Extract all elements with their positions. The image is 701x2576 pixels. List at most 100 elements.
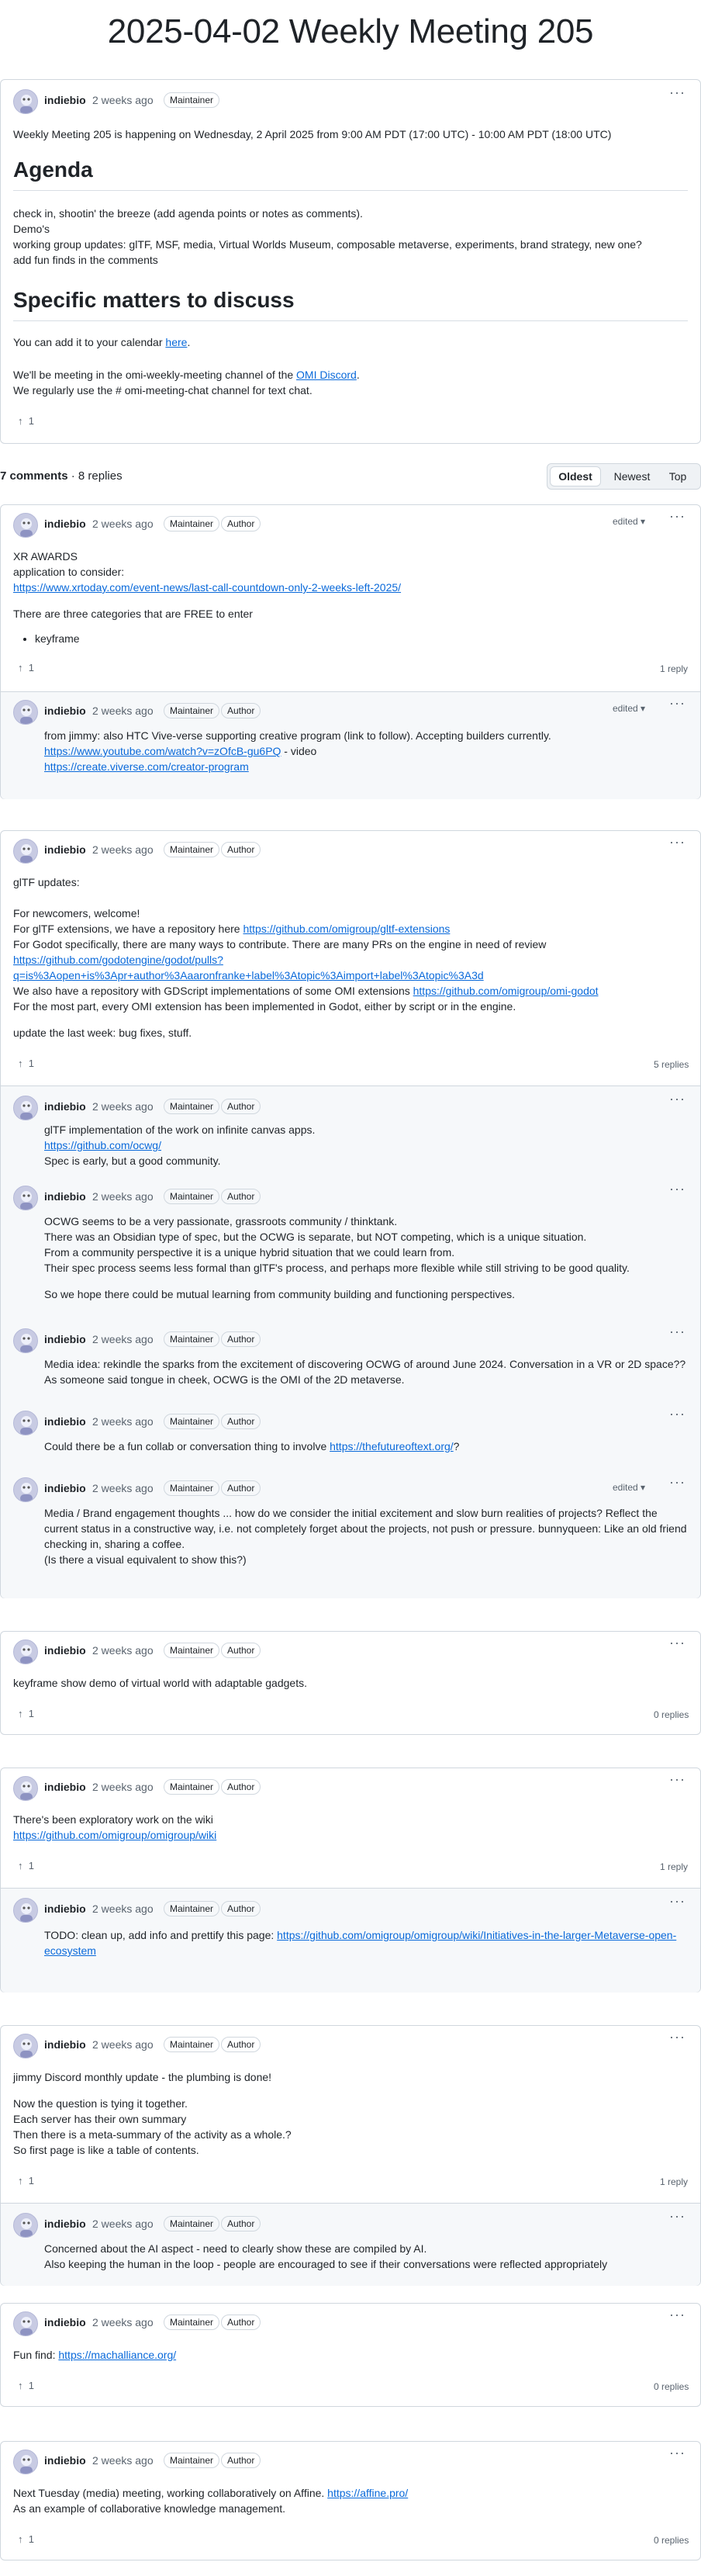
avatar[interactable]	[13, 1898, 38, 1923]
upvote-button[interactable]: ↑ 1	[18, 1708, 34, 1719]
omi-godot-link[interactable]: https://github.com/omigroup/omi-godot	[413, 985, 599, 997]
reply-count[interactable]: 0 replies	[654, 1709, 689, 1720]
edited-dropdown[interactable]: edited ▾	[613, 703, 645, 714]
upvote-button[interactable]: ↑ 1	[18, 2380, 34, 2391]
initiatives-link[interactable]: https://github.com/omigroup/omigroup/wik…	[277, 1929, 676, 1941]
kebab-icon[interactable]: ···	[669, 1181, 685, 1197]
calendar-link[interactable]: here	[165, 336, 187, 348]
edited-dropdown[interactable]: edited ▾	[613, 1482, 645, 1493]
avatar[interactable]	[13, 1411, 38, 1435]
godot-prs-link[interactable]: https://github.com/godotengine/godot/pul…	[13, 952, 223, 968]
reply-time[interactable]: 2 weeks ago	[92, 1903, 154, 1915]
kebab-icon[interactable]: ···	[669, 1635, 685, 1651]
reply-count[interactable]: 1 reply	[660, 2176, 688, 2187]
author-name[interactable]: indiebio	[44, 2316, 86, 2328]
comment-time[interactable]: 2 weeks ago	[92, 1644, 154, 1657]
discord-link[interactable]: OMI Discord	[296, 369, 357, 381]
author-name[interactable]: indiebio	[44, 1644, 86, 1657]
sort-oldest-button[interactable]: Oldest	[550, 466, 601, 486]
author-name[interactable]: indiebio	[44, 2038, 86, 2051]
author-name[interactable]: indiebio	[44, 1903, 86, 1915]
author-name[interactable]: indiebio	[44, 2454, 86, 2467]
avatar[interactable]	[13, 2311, 38, 2336]
reply-time[interactable]: 2 weeks ago	[92, 1333, 154, 1345]
author-name[interactable]: indiebio	[44, 1333, 86, 1345]
machalliance-link[interactable]: https://machalliance.org/	[58, 2349, 176, 2361]
author-name[interactable]: indiebio	[44, 1100, 86, 1113]
reply-count[interactable]: 1 reply	[660, 1861, 688, 1872]
reply-time[interactable]: 2 weeks ago	[92, 1190, 154, 1203]
upvote-button[interactable]: ↑ 1	[18, 1860, 34, 1871]
reply-count[interactable]: 0 replies	[654, 2535, 689, 2546]
viverse-link[interactable]: https://create.viverse.com/creator-progr…	[44, 759, 249, 774]
avatar[interactable]	[13, 1639, 38, 1664]
avatar[interactable]	[13, 1477, 38, 1502]
sort-top-button[interactable]: Top	[658, 466, 698, 486]
reply-time[interactable]: 2 weeks ago	[92, 2218, 154, 2230]
wiki-link[interactable]: https://github.com/omigroup/omigroup/wik…	[13, 1827, 216, 1843]
kebab-icon[interactable]: ···	[669, 1324, 685, 1340]
gltf-extensions-link[interactable]: https://github.com/omigroup/gltf-extensi…	[243, 923, 450, 935]
comment-time[interactable]: 2 weeks ago	[92, 2316, 154, 2328]
godot-prs-link-cont[interactable]: q=is%3Aopen+is%3Apr+author%3Aaaronfranke…	[13, 968, 484, 983]
kebab-icon[interactable]: ···	[669, 2307, 685, 2323]
youtube-link[interactable]: https://www.youtube.com/watch?v=zOfcB-gu…	[44, 745, 281, 757]
kebab-icon[interactable]: ···	[669, 2029, 685, 2045]
author-name[interactable]: indiebio	[44, 1781, 86, 1793]
kebab-icon[interactable]: ···	[669, 1474, 685, 1491]
reply-time[interactable]: 2 weeks ago	[92, 1415, 154, 1428]
avatar[interactable]	[13, 1096, 38, 1120]
author-name[interactable]: indiebio	[44, 1482, 86, 1494]
comment-time[interactable]: 2 weeks ago	[92, 518, 154, 530]
kebab-icon[interactable]: ···	[669, 85, 685, 101]
avatar[interactable]	[13, 2034, 38, 2058]
avatar[interactable]	[13, 2450, 38, 2474]
reply-time[interactable]: 2 weeks ago	[92, 1100, 154, 1113]
avatar[interactable]	[13, 1776, 38, 1801]
kebab-icon[interactable]: ···	[669, 2208, 685, 2225]
author-name[interactable]: indiebio	[44, 518, 86, 530]
affine-link[interactable]: https://affine.pro/	[327, 2487, 408, 2499]
comment-time[interactable]: 2 weeks ago	[92, 1781, 154, 1793]
upvote-button[interactable]: ↑ 1	[18, 662, 34, 673]
comment-time[interactable]: 2 weeks ago	[92, 2038, 154, 2051]
ocwg-link[interactable]: https://github.com/ocwg/	[44, 1137, 161, 1153]
edited-dropdown[interactable]: edited ▾	[613, 516, 645, 527]
kebab-icon[interactable]: ···	[669, 1091, 685, 1107]
upvote-button[interactable]: ↑ 1	[18, 2533, 34, 2545]
kebab-icon[interactable]: ···	[669, 1406, 685, 1422]
avatar[interactable]	[13, 700, 38, 725]
comment-time[interactable]: 2 weeks ago	[92, 2454, 154, 2467]
kebab-icon[interactable]: ···	[669, 1771, 685, 1788]
author-name[interactable]: indiebio	[44, 1190, 86, 1203]
kebab-icon[interactable]: ···	[669, 1893, 685, 1909]
avatar[interactable]	[13, 839, 38, 864]
avatar[interactable]	[13, 1328, 38, 1353]
avatar[interactable]	[13, 89, 38, 114]
reply-time[interactable]: 2 weeks ago	[92, 705, 154, 717]
futureoftext-link[interactable]: https://thefutureoftext.org/	[330, 1440, 454, 1452]
avatar[interactable]	[13, 2213, 38, 2238]
reply-count[interactable]: 5 replies	[654, 1059, 689, 1070]
upvote-button[interactable]: ↑ 1	[18, 415, 34, 427]
sort-newest-button[interactable]: Newest	[606, 466, 658, 486]
avatar[interactable]	[13, 1186, 38, 1210]
avatar[interactable]	[13, 513, 38, 538]
kebab-icon[interactable]: ···	[669, 2445, 685, 2461]
upvote-button[interactable]: ↑ 1	[18, 2175, 34, 2186]
initiatives-link-cont[interactable]: ecosystem	[44, 1943, 96, 1958]
reply-count[interactable]: 0 replies	[654, 2381, 689, 2392]
comment-time[interactable]: 2 weeks ago	[92, 843, 154, 856]
author-name[interactable]: indiebio	[44, 1415, 86, 1428]
author-name[interactable]: indiebio	[44, 705, 86, 717]
author-name[interactable]: indiebio	[44, 94, 86, 106]
kebab-icon[interactable]: ···	[669, 834, 685, 850]
upvote-button[interactable]: ↑ 1	[18, 1058, 34, 1069]
author-name[interactable]: indiebio	[44, 843, 86, 856]
reply-count[interactable]: 1 reply	[660, 663, 688, 674]
post-time[interactable]: 2 weeks ago	[92, 94, 154, 106]
author-name[interactable]: indiebio	[44, 2218, 86, 2230]
comment-link[interactable]: https://www.xrtoday.com/event-news/last-…	[13, 580, 401, 595]
kebab-icon[interactable]: ···	[669, 695, 685, 712]
reply-time[interactable]: 2 weeks ago	[92, 1482, 154, 1494]
